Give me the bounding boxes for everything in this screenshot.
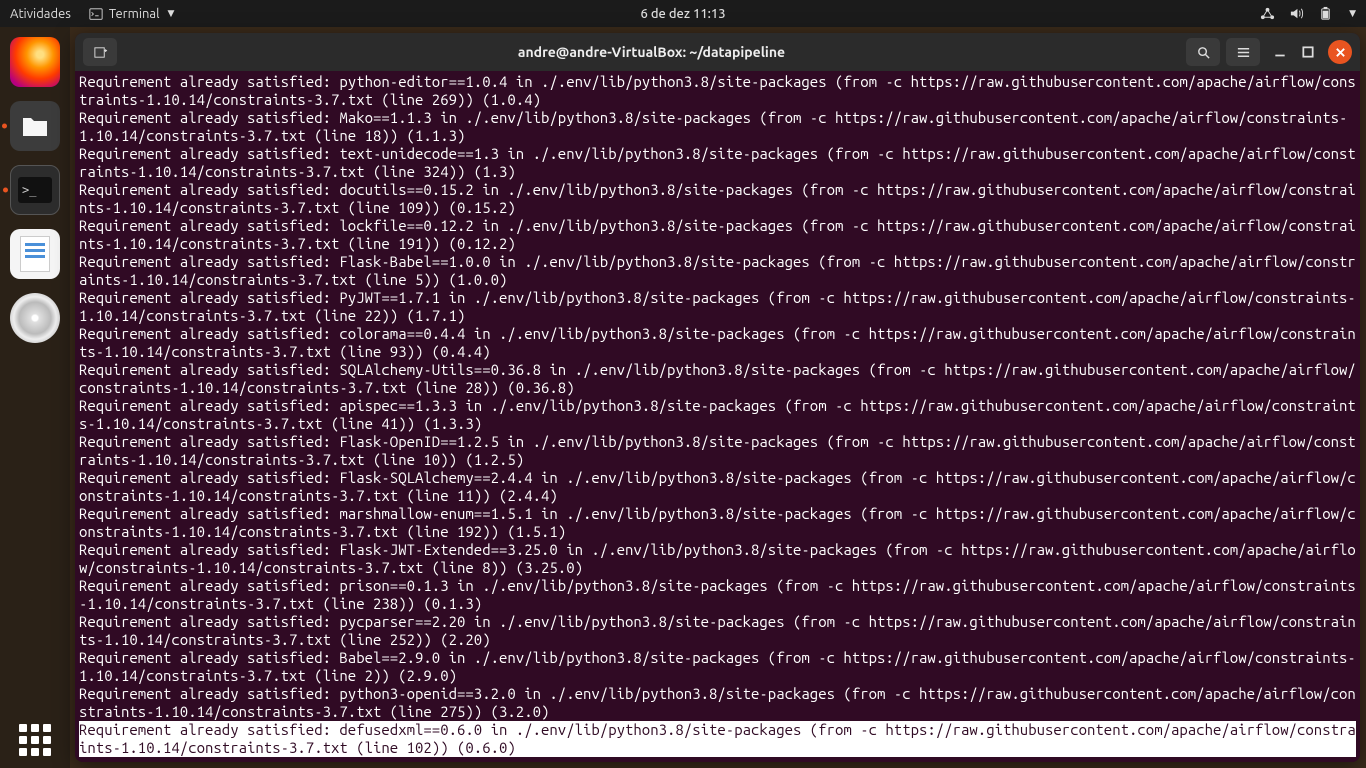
terminal-line: Requirement already satisfied: marshmall… [79,505,1356,541]
terminal-line: Requirement already satisfied: SQLAlchem… [79,361,1356,397]
minimize-icon [1273,45,1287,59]
dock-firefox[interactable] [10,37,60,87]
gnome-top-bar: Atividades Terminal ▼ 6 de dez 11:13 ▼ [0,0,1366,27]
terminal-icon: >_ [18,177,52,203]
new-tab-icon [93,45,108,60]
chevron-down-icon: ▼ [168,8,175,19]
dock-text-editor[interactable] [10,229,60,279]
terminal-line: Requirement already satisfied: python-ed… [79,73,1356,109]
terminal-line: Requirement already satisfied: pycparser… [79,613,1356,649]
terminal-line: Requirement already satisfied: Flask-SQL… [79,469,1356,505]
terminal-line: Requirement already satisfied: PyJWT==1.… [79,289,1356,325]
network-icon [1260,6,1275,21]
clock[interactable]: 6 de dez 11:13 [640,7,725,21]
dock-disc[interactable] [10,293,60,343]
titlebar[interactable]: andre@andre-VirtualBox: ~/datapipeline [75,33,1360,71]
terminal-icon [89,7,103,21]
terminal-line: Requirement already satisfied: docutils=… [79,181,1356,217]
terminal-line: Requirement already satisfied: Flask-Bab… [79,253,1356,289]
maximize-button[interactable] [1300,44,1316,60]
hamburger-icon [1236,45,1251,60]
terminal-output[interactable]: Requirement already satisfied: python-ed… [75,71,1360,762]
terminal-line: Requirement already satisfied: Babel==2.… [79,649,1356,685]
folder-icon [19,110,51,142]
document-icon [20,236,50,272]
system-status-area[interactable]: ▼ [1260,6,1356,21]
minimize-button[interactable] [1272,44,1288,60]
terminal-line: Requirement already satisfied: Mako==1.1… [79,109,1356,145]
terminal-line: Requirement already satisfied: python3-o… [79,685,1356,721]
app-menu-label: Terminal [109,7,160,21]
terminal-line: Requirement already satisfied: text-unid… [79,145,1356,181]
activities-button[interactable]: Atividades [10,7,71,21]
maximize-icon [1301,45,1315,59]
terminal-line: Requirement already satisfied: prison==0… [79,577,1356,613]
dock: >_ [0,27,70,768]
dock-files[interactable] [10,101,60,151]
show-applications-button[interactable] [19,724,51,756]
volume-icon [1289,6,1304,21]
terminal-window: andre@andre-VirtualBox: ~/datapipeline R… [75,33,1360,762]
window-title: andre@andre-VirtualBox: ~/datapipeline [123,44,1180,60]
battery-icon [1318,6,1333,21]
terminal-line: Requirement already satisfied: defusedxm… [79,721,1356,757]
terminal-line: Requirement already satisfied: Flask-Ope… [79,433,1356,469]
hamburger-menu-button[interactable] [1226,38,1260,66]
terminal-line: Requirement already satisfied: apispec==… [79,397,1356,433]
terminal-line: Requirement already satisfied: colorama=… [79,325,1356,361]
app-menu[interactable]: Terminal ▼ [89,7,175,21]
terminal-line: Requirement already satisfied: Flask-JWT… [79,541,1356,577]
terminal-line: Requirement already satisfied: lockfile=… [79,217,1356,253]
search-icon [1196,45,1211,60]
new-tab-button[interactable] [83,38,117,66]
dock-terminal[interactable]: >_ [10,165,60,215]
close-icon [1335,47,1346,58]
chevron-down-icon: ▼ [1349,8,1356,19]
search-button[interactable] [1186,38,1220,66]
close-button[interactable] [1328,40,1352,64]
